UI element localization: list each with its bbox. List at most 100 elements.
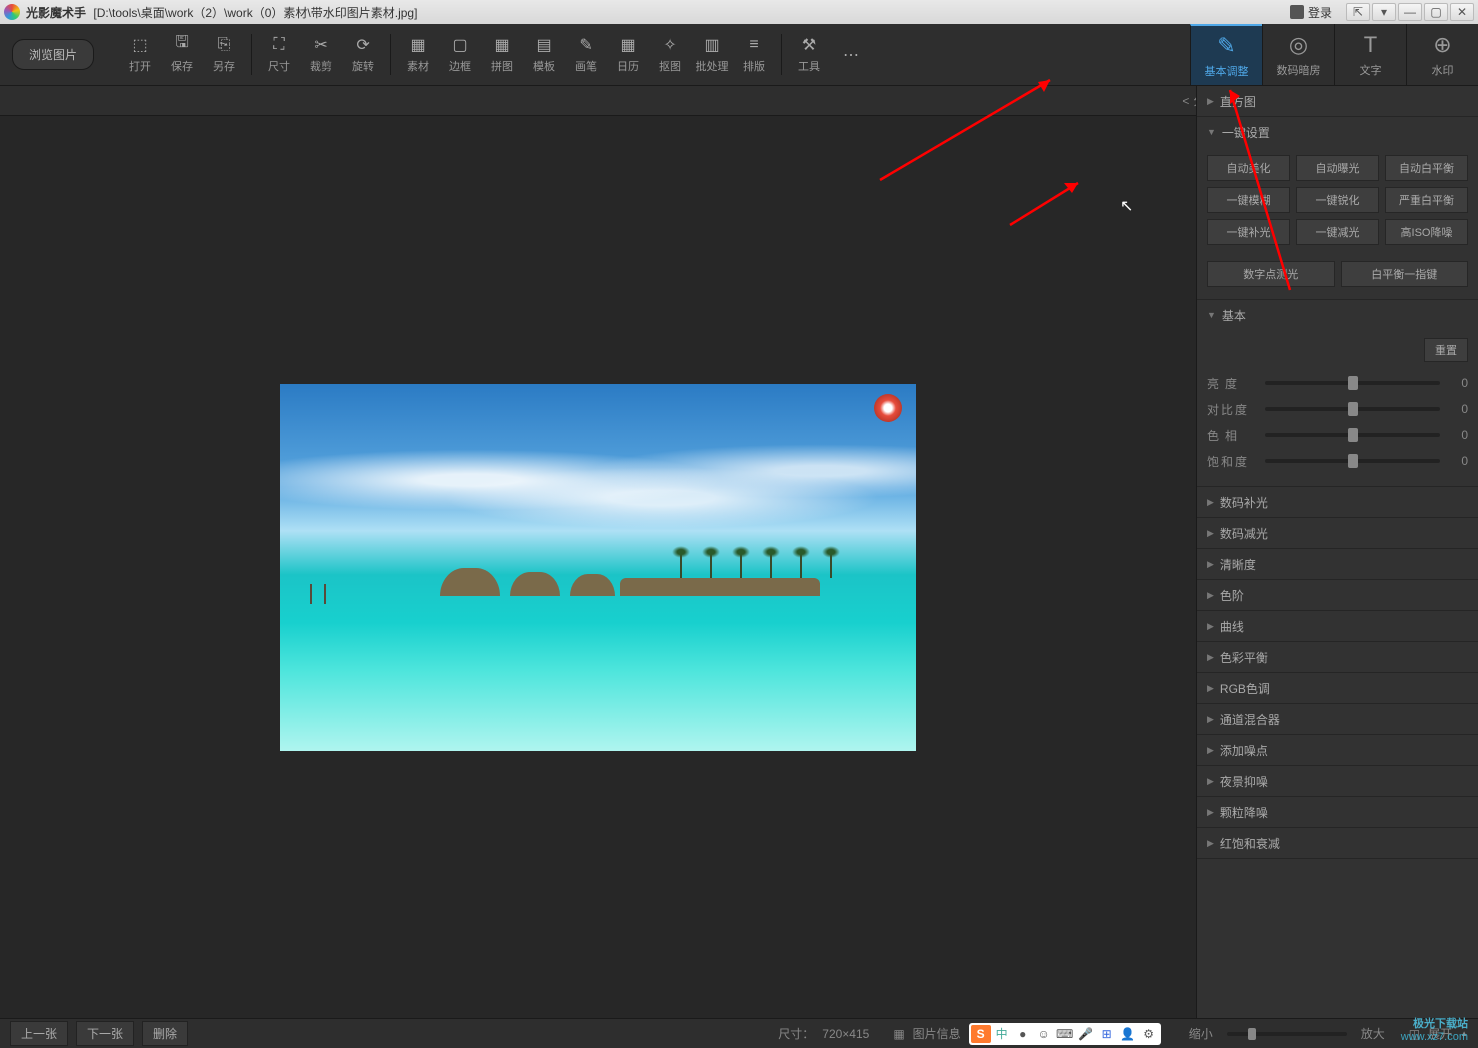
compact-button[interactable]: ▾ bbox=[1372, 3, 1396, 21]
preset-白平衡一指键[interactable]: 白平衡一指键 bbox=[1341, 261, 1469, 287]
preset-严重白平衡[interactable]: 严重白平衡 bbox=[1385, 187, 1468, 213]
slider-label: 饱和度 bbox=[1207, 453, 1257, 470]
tool-icon: ▤ bbox=[534, 36, 554, 54]
chevron-right-icon: ▶ bbox=[1207, 807, 1214, 818]
panel-颗粒降噪[interactable]: ▶颗粒降噪 bbox=[1197, 797, 1478, 827]
mode-tab-水印[interactable]: ⊕水印 bbox=[1406, 24, 1478, 85]
tool-旋转[interactable]: ⟳旋转 bbox=[342, 24, 384, 85]
panel-色彩平衡[interactable]: ▶色彩平衡 bbox=[1197, 642, 1478, 672]
ime-lang[interactable]: 中 bbox=[992, 1025, 1012, 1043]
panel-basic[interactable]: ▼基本 bbox=[1197, 300, 1478, 330]
login-label: 登录 bbox=[1308, 4, 1332, 21]
mode-tab-基本调整[interactable]: ✎基本调整 bbox=[1190, 24, 1262, 85]
ime-settings[interactable]: ⚙ bbox=[1139, 1025, 1159, 1043]
panel-数码补光[interactable]: ▶数码补光 bbox=[1197, 487, 1478, 517]
panel-曲线[interactable]: ▶曲线 bbox=[1197, 611, 1478, 641]
tool-拼图[interactable]: ▦拼图 bbox=[481, 24, 523, 85]
window-controls: ⇱ ▾ — ▢ ✕ bbox=[1346, 3, 1474, 21]
preset-一键模糊[interactable]: 一键模糊 bbox=[1207, 187, 1290, 213]
slider-value: 0 bbox=[1448, 454, 1468, 468]
prev-image-button[interactable]: 上一张 bbox=[10, 1021, 68, 1046]
slider-track[interactable] bbox=[1265, 381, 1440, 385]
preset-高ISO降噪[interactable]: 高ISO降噪 bbox=[1385, 219, 1468, 245]
tool-打开[interactable]: ⬚打开 bbox=[119, 24, 161, 85]
preset-一键减光[interactable]: 一键减光 bbox=[1296, 219, 1379, 245]
titlebar: 光影魔术手 [D:\tools\桌面\work（2）\work（0）素材\带水印… bbox=[0, 0, 1478, 24]
ime-keyboard[interactable]: ⌨ bbox=[1055, 1025, 1075, 1043]
tool-裁剪[interactable]: ✂裁剪 bbox=[300, 24, 342, 85]
tool-排版[interactable]: ≡排版 bbox=[733, 24, 775, 85]
ime-person[interactable]: 👤 bbox=[1118, 1025, 1138, 1043]
tool-尺寸[interactable]: ⛶尺寸 bbox=[258, 24, 300, 85]
mode-tab-数码暗房[interactable]: ◎数码暗房 bbox=[1262, 24, 1334, 85]
ime-toolbar[interactable]: S 中 ● ☺ ⌨ 🎤 ⊞ 👤 ⚙ bbox=[969, 1023, 1161, 1045]
panel-presets[interactable]: ▼一键设置 bbox=[1197, 117, 1478, 147]
slider-thumb[interactable] bbox=[1348, 454, 1358, 468]
tool-label: 画笔 bbox=[575, 58, 597, 74]
slider-track[interactable] bbox=[1265, 459, 1440, 463]
login-button[interactable]: 登录 bbox=[1284, 4, 1338, 21]
panel-RGB色调[interactable]: ▶RGB色调 bbox=[1197, 673, 1478, 703]
image-info-button[interactable]: 图片信息 bbox=[913, 1025, 961, 1042]
slider-thumb[interactable] bbox=[1348, 376, 1358, 390]
tool-more[interactable]: ⋯ bbox=[830, 24, 872, 85]
tool-工具[interactable]: ⚒工具 bbox=[788, 24, 830, 85]
preset-自动白平衡[interactable]: 自动白平衡 bbox=[1385, 155, 1468, 181]
close-button[interactable]: ✕ bbox=[1450, 3, 1474, 21]
panel-夜景抑噪[interactable]: ▶夜景抑噪 bbox=[1197, 766, 1478, 796]
mode-icon: T bbox=[1364, 32, 1377, 58]
zoom-out-button[interactable]: 缩小 bbox=[1189, 1025, 1213, 1042]
slider-thumb[interactable] bbox=[1348, 402, 1358, 416]
slider-value: 0 bbox=[1448, 402, 1468, 416]
tool-另存[interactable]: ⎘另存 bbox=[203, 24, 245, 85]
zoom-in-button[interactable]: 放大 bbox=[1361, 1025, 1385, 1042]
tool-素材[interactable]: ▦素材 bbox=[397, 24, 439, 85]
panel-红饱和衰减[interactable]: ▶红饱和衰减 bbox=[1197, 828, 1478, 858]
tool-label: 工具 bbox=[798, 58, 820, 74]
preset-数字点测光[interactable]: 数字点测光 bbox=[1207, 261, 1335, 287]
maximize-button[interactable]: ▢ bbox=[1424, 3, 1448, 21]
panel-色阶[interactable]: ▶色阶 bbox=[1197, 580, 1478, 610]
tool-label: 另存 bbox=[213, 58, 235, 74]
panel-通道混合器[interactable]: ▶通道混合器 bbox=[1197, 704, 1478, 734]
slider-thumb[interactable] bbox=[1348, 428, 1358, 442]
tool-日历[interactable]: ▦ 日历 bbox=[607, 24, 649, 85]
tool-label: 抠图 bbox=[659, 58, 681, 74]
ime-punct[interactable]: ● bbox=[1013, 1025, 1033, 1043]
tool-批处理[interactable]: ▥批处理 bbox=[691, 24, 733, 85]
browse-images-button[interactable]: 浏览图片 bbox=[12, 39, 94, 70]
preset-一键锐化[interactable]: 一键锐化 bbox=[1296, 187, 1379, 213]
preset-一键补光[interactable]: 一键补光 bbox=[1207, 219, 1290, 245]
panel-添加噪点[interactable]: ▶添加噪点 bbox=[1197, 735, 1478, 765]
tool-抠图[interactable]: ✧抠图 bbox=[649, 24, 691, 85]
pin-button[interactable]: ⇱ bbox=[1346, 3, 1370, 21]
tool-保存[interactable]: 🖫保存 bbox=[161, 24, 203, 85]
panel-清晰度[interactable]: ▶清晰度 bbox=[1197, 549, 1478, 579]
ime-mic[interactable]: 🎤 bbox=[1076, 1025, 1096, 1043]
bottom-bar: 上一张 下一张 删除 尺寸： 720×415 ▦ 图片信息 S 中 ● ☺ ⌨ … bbox=[0, 1018, 1478, 1048]
slider-track[interactable] bbox=[1265, 407, 1440, 411]
ime-emoji[interactable]: ☺ bbox=[1034, 1025, 1054, 1043]
tool-画笔[interactable]: ✎画笔 bbox=[565, 24, 607, 85]
preset-自动曝光[interactable]: 自动曝光 bbox=[1296, 155, 1379, 181]
zoom-slider[interactable] bbox=[1227, 1032, 1347, 1036]
slider-track[interactable] bbox=[1265, 433, 1440, 437]
mode-tab-文字[interactable]: T文字 bbox=[1334, 24, 1406, 85]
tool-label: 日历 bbox=[617, 58, 639, 74]
minimize-button[interactable]: — bbox=[1398, 3, 1422, 21]
panel-histogram[interactable]: ▶直方图 bbox=[1197, 86, 1478, 116]
sogou-icon[interactable]: S bbox=[971, 1025, 991, 1043]
slider-value: 0 bbox=[1448, 428, 1468, 442]
image-canvas[interactable] bbox=[280, 384, 916, 751]
info-icon: ▦ bbox=[893, 1027, 904, 1041]
tool-边框[interactable]: ▢边框 bbox=[439, 24, 481, 85]
delete-button[interactable]: 删除 bbox=[142, 1021, 188, 1046]
panel-数码减光[interactable]: ▶数码减光 bbox=[1197, 518, 1478, 548]
tool-模板[interactable]: ▤模板 bbox=[523, 24, 565, 85]
ime-grid[interactable]: ⊞ bbox=[1097, 1025, 1117, 1043]
tool-icon: ▦ bbox=[618, 36, 638, 54]
next-image-button[interactable]: 下一张 bbox=[76, 1021, 134, 1046]
tool-icon: ▦ bbox=[408, 36, 428, 54]
reset-button[interactable]: 重置 bbox=[1424, 338, 1468, 362]
preset-自动美化[interactable]: 自动美化 bbox=[1207, 155, 1290, 181]
